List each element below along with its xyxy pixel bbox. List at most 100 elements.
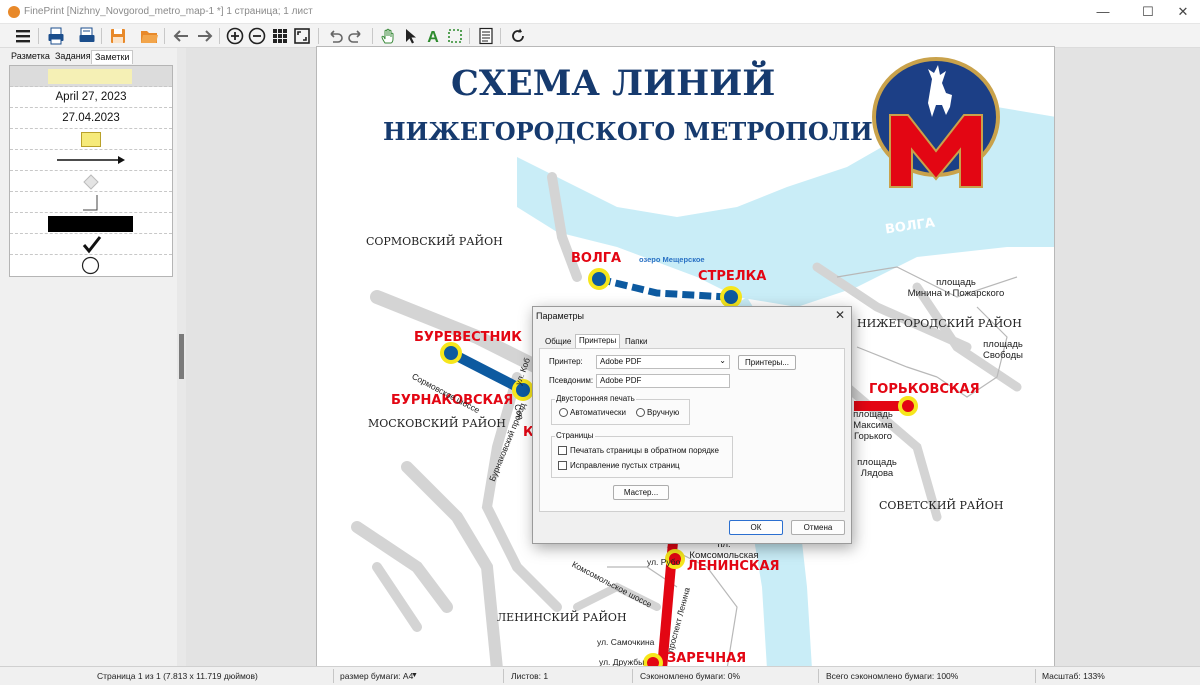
tab-folders[interactable]: Папки <box>622 336 651 348</box>
note-item-checkmark[interactable] <box>10 234 172 255</box>
text-tool-icon[interactable]: A <box>424 27 442 46</box>
duplex-auto-label: Автоматически <box>570 408 626 417</box>
alias-input[interactable]: Adobe PDF <box>596 374 730 388</box>
station-burevestnik: БУРЕВЕСТНИК <box>414 330 522 345</box>
note-item-date-short[interactable]: 27.04.2023 <box>10 108 172 129</box>
toolbar-separator <box>500 28 501 44</box>
note-item-arrow[interactable] <box>10 150 172 171</box>
toolbar-separator <box>469 28 470 44</box>
menu-icon[interactable] <box>14 27 32 45</box>
status-bar: Страница 1 из 1 (7.813 x 11.719 дюймов) … <box>0 666 1200 685</box>
printers-button[interactable]: Принтеры... <box>738 355 796 370</box>
tab-general[interactable]: Общие <box>542 336 574 348</box>
note-item-diamond[interactable] <box>10 171 172 192</box>
black-bar-icon <box>48 216 133 232</box>
grid-view-icon[interactable] <box>271 27 289 45</box>
svg-text:A: A <box>427 29 439 45</box>
crop-tool-icon[interactable] <box>446 27 464 45</box>
note-item-sticky[interactable] <box>10 129 172 150</box>
toolbar-separator <box>318 28 319 44</box>
dialog-title: Параметры <box>536 311 584 321</box>
fit-page-icon[interactable] <box>293 27 311 45</box>
note-item-redaction[interactable] <box>10 213 172 234</box>
duplex-manual-label: Вручную <box>647 408 680 417</box>
maximize-button[interactable]: ☐ <box>1131 0 1165 24</box>
toolbar: A <box>0 24 1200 48</box>
refresh-icon[interactable] <box>509 27 527 45</box>
hand-tool-icon[interactable] <box>380 27 398 45</box>
printer-settings-icon[interactable] <box>78 27 96 45</box>
status-page: Страница 1 из 1 (7.813 x 11.719 дюймов) <box>97 671 258 681</box>
minimize-button[interactable]: — <box>1086 0 1120 24</box>
cancel-button[interactable]: Отмена <box>791 520 845 535</box>
duplex-manual-radio[interactable] <box>636 408 645 417</box>
status-total-saved: Всего сэкономлено бумаги: 100% <box>826 671 959 681</box>
duplex-auto-radio[interactable] <box>559 408 568 417</box>
district-leninsky: ЛЕНИНСКИЙ РАЙОН <box>497 611 627 624</box>
metro-logo-icon <box>872 57 1000 188</box>
place-gorky-square: площадь Максима Горького <box>853 409 893 442</box>
pages-group-label: Страницы <box>555 431 595 440</box>
status-separator <box>503 669 504 683</box>
zoom-out-icon[interactable] <box>248 27 266 45</box>
zoom-in-icon[interactable] <box>226 27 244 45</box>
note-item-highlight[interactable] <box>10 66 172 87</box>
map-title-line1: СХЕМА ЛИНИЙ <box>451 63 776 104</box>
sticky-note-icon <box>81 132 101 147</box>
note-item-date-long[interactable]: April 27, 2023 <box>10 87 172 108</box>
station-leninskaya: ЛЕНИНСКАЯ <box>687 559 780 574</box>
dialog-close-button[interactable]: ✕ <box>835 308 845 322</box>
corner-bracket-icon <box>83 195 98 211</box>
redo-icon[interactable] <box>347 27 365 45</box>
panel-splitter[interactable] <box>177 48 186 666</box>
tab-printers[interactable]: Принтеры <box>575 334 621 348</box>
print-icon[interactable] <box>47 27 65 45</box>
alias-label: Псевдоним: <box>549 376 594 385</box>
forward-arrow-icon[interactable] <box>196 27 214 45</box>
settings-dialog: Параметры ✕ Общие Принтеры Папки Принтер… <box>532 306 852 544</box>
back-arrow-icon[interactable] <box>172 27 190 45</box>
note-item-corner[interactable] <box>10 192 172 213</box>
printer-label: Принтер: <box>549 357 583 366</box>
app-icon <box>8 6 20 18</box>
pages-group <box>551 436 733 478</box>
note-item-circle[interactable] <box>10 255 172 276</box>
status-saved: Сэкономлено бумаги: 0% <box>640 671 741 681</box>
place-minin-square: площадь Минина и Пожарского <box>907 277 1005 299</box>
chevron-down-icon: ⌄ <box>719 356 726 365</box>
fix-blank-checkbox[interactable] <box>558 461 567 470</box>
undo-icon[interactable] <box>326 27 344 45</box>
district-sormovsky: СОРМОВСКИЙ РАЙОН <box>366 235 503 248</box>
date-long-text: April 27, 2023 <box>55 91 127 103</box>
close-window-button[interactable]: ✕ <box>1166 0 1200 24</box>
district-nizhegorodsky: НИЖЕГОРОДСКИЙ РАЙОН <box>857 317 1022 330</box>
title-bar: FinePrint [Nizhny_Novgorod_metro_map-1 *… <box>0 0 1200 24</box>
notes-icon[interactable] <box>477 27 495 45</box>
lake-label: озеро Мещерское <box>639 255 705 264</box>
district-sovetsky: СОВЕТСКИЙ РАЙОН <box>879 499 1004 512</box>
tab-notes[interactable]: Заметки <box>91 50 134 64</box>
printer-select[interactable]: Adobe PDF ⌄ <box>596 355 730 369</box>
select-arrow-icon[interactable] <box>401 27 419 45</box>
splitter-handle[interactable] <box>179 334 184 379</box>
street-rubo: ул. Рубо <box>647 557 681 567</box>
window-title: FinePrint [Nizhny_Novgorod_metro_map-1 *… <box>24 6 313 17</box>
save-icon[interactable] <box>109 27 127 45</box>
reverse-order-checkbox[interactable] <box>558 446 567 455</box>
toolbar-separator <box>38 28 39 44</box>
status-separator <box>1035 669 1036 683</box>
duplex-group-label: Двусторонняя печать <box>555 394 636 403</box>
tab-jobs[interactable]: Задания <box>52 50 94 64</box>
open-folder-icon[interactable] <box>140 27 158 45</box>
toolbar-separator <box>372 28 373 44</box>
ok-button[interactable]: ОК <box>729 520 783 535</box>
paper-dropdown-icon[interactable]: ▼ <box>411 672 418 679</box>
tab-markup[interactable]: Разметка <box>8 50 53 64</box>
reverse-order-label: Печатать страницы в обратном порядке <box>570 446 719 455</box>
wizard-button[interactable]: Мастер... <box>613 485 669 500</box>
notes-list: April 27, 2023 27.04.2023 <box>9 65 173 277</box>
station-volga: ВОЛГА <box>571 251 622 266</box>
diamond-icon <box>83 174 99 190</box>
status-paper-size[interactable]: размер бумаги: A4 <box>340 671 413 681</box>
status-separator <box>333 669 334 683</box>
